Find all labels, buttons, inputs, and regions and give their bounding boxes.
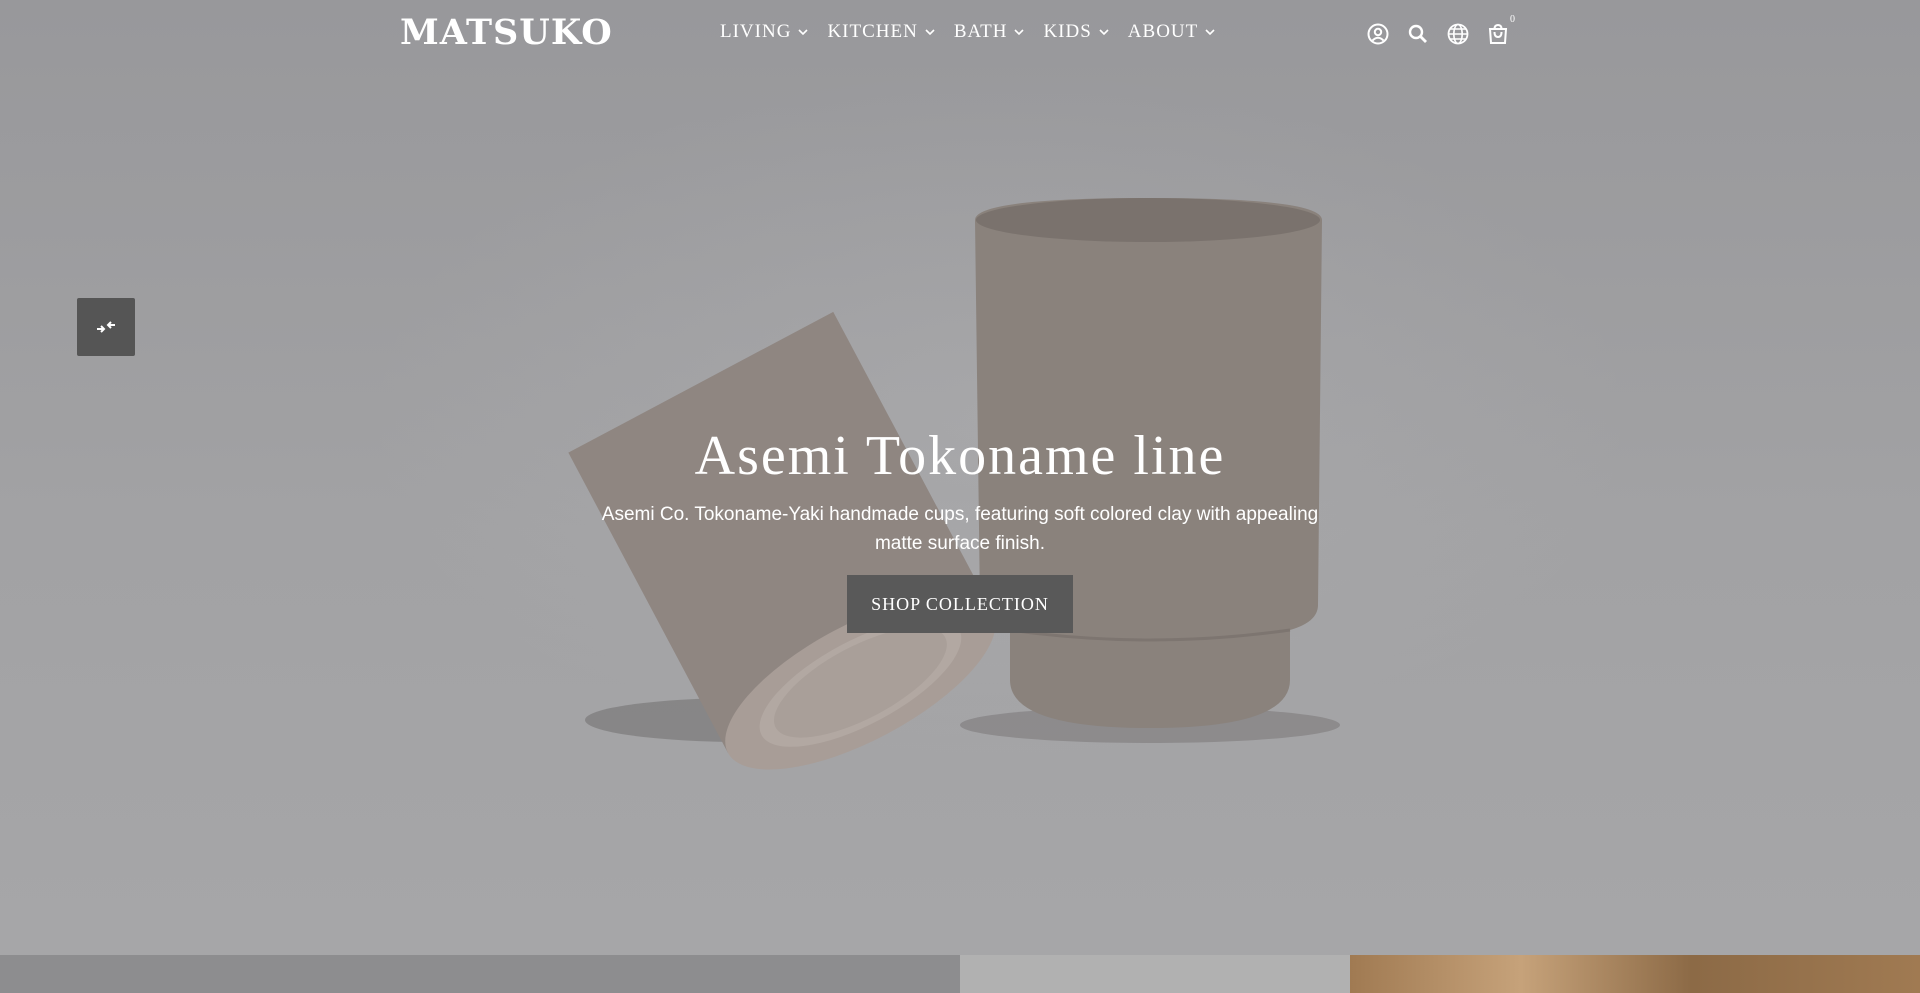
collection-strip-middle — [960, 955, 1350, 993]
shop-collection-button[interactable]: SHOP COLLECTION — [847, 575, 1073, 633]
search-icon[interactable] — [1406, 22, 1430, 46]
nav-item-kids[interactable]: KIDS — [1043, 21, 1109, 43]
collection-strip-left — [0, 955, 960, 993]
cart-icon[interactable] — [1486, 22, 1510, 46]
nav-label: BATH — [953, 21, 1008, 42]
collection-strip-right — [1350, 955, 1920, 993]
account-icon[interactable] — [1366, 22, 1390, 46]
nav-label: LIVING — [720, 21, 792, 42]
nav-item-about[interactable]: ABOUT — [1128, 21, 1216, 43]
logo[interactable]: MATSUKO — [400, 12, 613, 53]
collapse-arrows-icon — [97, 321, 115, 333]
nav-label: KITCHEN — [827, 21, 918, 42]
header-icons — [1366, 22, 1526, 46]
hero-title: Asemi Tokoname line — [694, 425, 1226, 487]
chevron-down-icon — [1099, 29, 1109, 36]
main-nav: LIVING KITCHEN BATH KIDS ABOUT — [720, 21, 1234, 43]
hero-subtitle: Asemi Co. Tokoname-Yaki handmade cups, f… — [601, 504, 1319, 554]
chevron-down-icon — [925, 29, 935, 36]
site-header: MATSUKO LIVING KITCHEN BATH KIDS ABOUT 0 — [0, 0, 1920, 70]
nav-label: KIDS — [1043, 21, 1092, 42]
nav-item-kitchen[interactable]: KITCHEN — [827, 21, 935, 43]
globe-icon[interactable] — [1446, 22, 1470, 46]
nav-item-living[interactable]: LIVING — [720, 21, 809, 43]
chevron-down-icon — [1205, 29, 1215, 36]
nav-label: ABOUT — [1127, 21, 1199, 42]
chevron-down-icon — [1014, 29, 1025, 36]
cart-count-badge: 0 — [1510, 14, 1515, 25]
nav-item-bath[interactable]: BATH — [954, 21, 1026, 43]
slideshow-toggle-button[interactable] — [77, 298, 135, 356]
chevron-down-icon — [798, 29, 809, 36]
